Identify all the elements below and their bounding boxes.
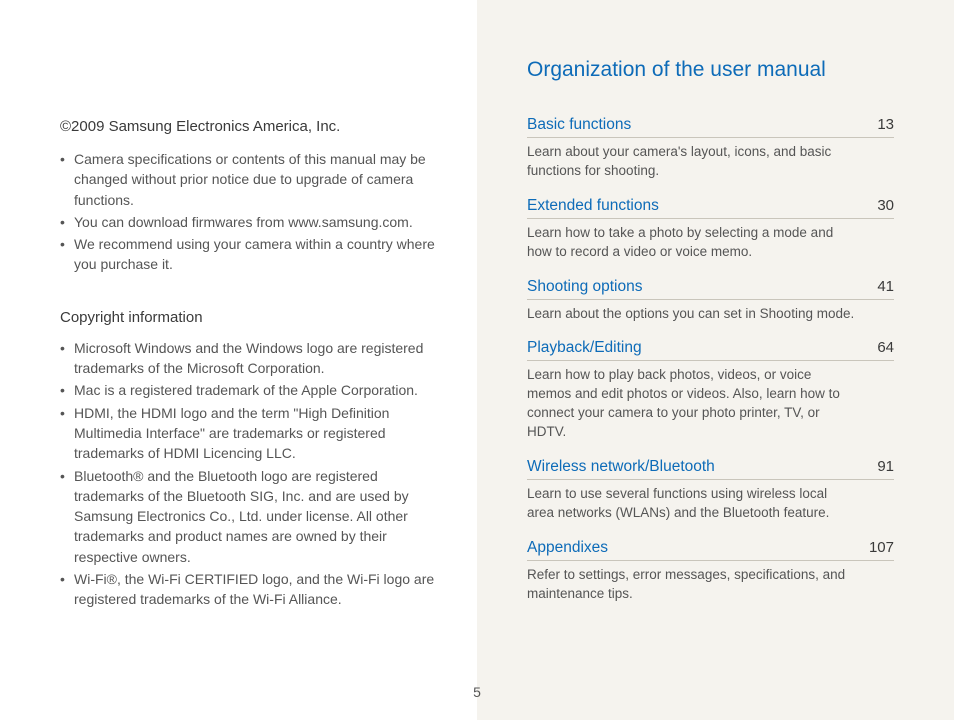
toc-label: Appendixes <box>527 539 608 557</box>
toc-head: Extended functions 30 <box>527 197 894 219</box>
toc-page: 13 <box>877 116 894 133</box>
toc-page: 64 <box>877 339 894 356</box>
notices-list: Camera specifications or contents of thi… <box>60 149 435 275</box>
list-item: You can download firmwares from www.sams… <box>60 212 435 232</box>
toc-label: Basic functions <box>527 116 631 134</box>
toc-desc: Refer to settings, error messages, speci… <box>527 566 857 604</box>
page-number: 5 <box>0 684 954 700</box>
toc-desc: Learn to use several functions using wir… <box>527 485 857 523</box>
toc-head: Basic functions 13 <box>527 116 894 138</box>
manual-page: ©2009 Samsung Electronics America, Inc. … <box>0 0 954 720</box>
toc-item: Basic functions 13 Learn about your came… <box>527 116 894 181</box>
toc-item: Wireless network/Bluetooth 91 Learn to u… <box>527 458 894 523</box>
toc-item: Shooting options 41 Learn about the opti… <box>527 278 894 324</box>
list-item: HDMI, the HDMI logo and the term "High D… <box>60 403 435 464</box>
list-item: We recommend using your camera within a … <box>60 234 435 275</box>
toc-item: Playback/Editing 64 Learn how to play ba… <box>527 339 894 442</box>
list-item: Wi-Fi®, the Wi-Fi CERTIFIED logo, and th… <box>60 569 435 610</box>
toc-head: Playback/Editing 64 <box>527 339 894 361</box>
toc-item: Appendixes 107 Refer to settings, error … <box>527 539 894 604</box>
list-item: Microsoft Windows and the Windows logo a… <box>60 338 435 379</box>
left-column: ©2009 Samsung Electronics America, Inc. … <box>0 0 477 720</box>
toc-item: Extended functions 30 Learn how to take … <box>527 197 894 262</box>
toc-head: Shooting options 41 <box>527 278 894 300</box>
toc-label: Wireless network/Bluetooth <box>527 458 715 476</box>
toc-head: Appendixes 107 <box>527 539 894 561</box>
list-item: Bluetooth® and the Bluetooth logo are re… <box>60 466 435 567</box>
list-item: Mac is a registered trademark of the App… <box>60 380 435 400</box>
organization-title: Organization of the user manual <box>527 58 894 82</box>
toc-label: Playback/Editing <box>527 339 642 357</box>
toc-page: 41 <box>877 278 894 295</box>
toc-page: 30 <box>877 197 894 214</box>
toc-desc: Learn about the options you can set in S… <box>527 305 857 324</box>
toc-desc: Learn how to take a photo by selecting a… <box>527 224 857 262</box>
copyright-list: Microsoft Windows and the Windows logo a… <box>60 338 435 610</box>
toc-desc: Learn how to play back photos, videos, o… <box>527 366 857 442</box>
toc-desc: Learn about your camera's layout, icons,… <box>527 143 857 181</box>
company-line: ©2009 Samsung Electronics America, Inc. <box>60 118 435 135</box>
toc-head: Wireless network/Bluetooth 91 <box>527 458 894 480</box>
list-item: Camera specifications or contents of thi… <box>60 149 435 210</box>
right-column: Organization of the user manual Basic fu… <box>477 0 954 720</box>
toc-page: 107 <box>869 539 894 556</box>
toc-label: Extended functions <box>527 197 659 215</box>
copyright-heading: Copyright information <box>60 309 435 326</box>
toc-page: 91 <box>877 458 894 475</box>
toc-label: Shooting options <box>527 278 642 296</box>
